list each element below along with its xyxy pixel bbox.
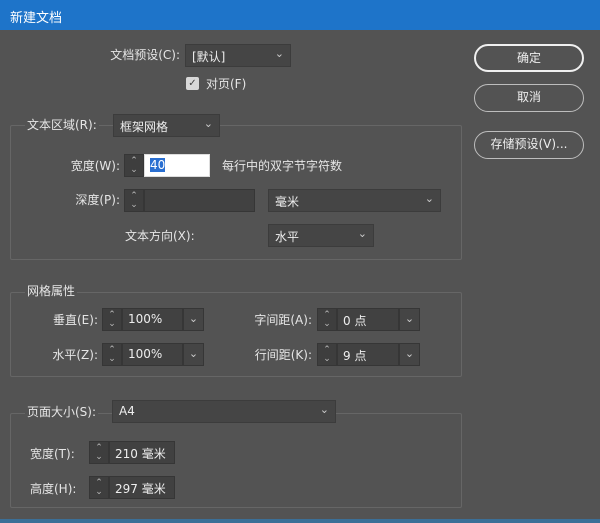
page-width-label: 宽度(T): xyxy=(30,447,75,461)
horizontal-dropdown-arrow[interactable]: ⌄ xyxy=(183,343,204,366)
facing-pages-label: 对页(F) xyxy=(206,77,247,91)
depth-unit-value: 毫米 xyxy=(275,195,300,209)
horizontal-label: 水平(Z): xyxy=(52,348,98,362)
text-area-dropdown[interactable]: 框架网格 ⌄ xyxy=(113,114,220,137)
facing-pages-checkbox[interactable]: ✓ xyxy=(186,77,199,90)
horizontal-stepper[interactable]: ⌃ ⌄ xyxy=(102,343,122,366)
width-suffix: 每行中的双字节字符数 xyxy=(222,159,343,173)
depth-stepper[interactable]: ⌃ ⌄ xyxy=(124,189,144,212)
preset-dropdown[interactable]: [默认] ⌄ xyxy=(185,44,291,67)
page-height-stepper[interactable]: ⌃ ⌄ xyxy=(89,476,109,499)
line-spacing-label: 行间距(K): xyxy=(254,348,312,362)
chevron-down-icon: ⌄ xyxy=(274,47,284,60)
vertical-label: 垂直(E): xyxy=(53,313,98,327)
depth-input[interactable] xyxy=(144,189,255,212)
preset-value: [默认] xyxy=(192,50,226,64)
page-width-input[interactable]: 210 毫米 xyxy=(109,441,175,464)
char-spacing-label: 字间距(A): xyxy=(254,313,312,327)
vertical-input[interactable]: 100% xyxy=(122,308,183,331)
depth-unit-dropdown[interactable]: 毫米 ⌄ xyxy=(268,189,441,212)
cancel-button[interactable]: 取消 xyxy=(474,84,584,112)
chevron-down-icon: ⌄ xyxy=(319,403,329,416)
text-area-label: 文本区域(R): xyxy=(25,117,99,133)
char-spacing-dropdown-arrow[interactable]: ⌄ xyxy=(399,308,420,331)
depth-label: 深度(P): xyxy=(75,193,120,207)
page-size-value: A4 xyxy=(119,404,135,418)
page-height-label: 高度(H): xyxy=(30,482,77,496)
width-input[interactable]: 40 xyxy=(144,154,210,177)
char-spacing-input[interactable]: 0 点 xyxy=(337,308,399,331)
vertical-stepper[interactable]: ⌃ ⌄ xyxy=(102,308,122,331)
line-spacing-input[interactable]: 9 点 xyxy=(337,343,399,366)
chevron-down-icon: ⌄ xyxy=(424,192,434,205)
line-spacing-dropdown-arrow[interactable]: ⌄ xyxy=(399,343,420,366)
bottom-edge xyxy=(0,519,600,523)
page-size-dropdown[interactable]: A4 ⌄ xyxy=(112,400,336,423)
width-stepper[interactable]: ⌃ ⌄ xyxy=(124,154,144,177)
line-spacing-stepper[interactable]: ⌃ ⌄ xyxy=(317,343,337,366)
chevron-down-icon: ⌄ xyxy=(357,227,367,240)
save-preset-button[interactable]: 存储预设(V)... xyxy=(474,131,584,159)
direction-value: 水平 xyxy=(275,230,300,244)
direction-label: 文本方向(X): xyxy=(125,229,195,243)
grid-properties-title: 网格属性 xyxy=(25,283,78,299)
chevron-down-icon: ⌄ xyxy=(203,117,213,130)
dialog-title: 新建文档 xyxy=(10,11,63,26)
page-size-label: 页面大小(S): xyxy=(25,404,99,420)
preset-label: 文档预设(C): xyxy=(110,48,180,62)
horizontal-input[interactable]: 100% xyxy=(122,343,183,366)
width-label: 宽度(W): xyxy=(70,159,120,173)
page-width-stepper[interactable]: ⌃ ⌄ xyxy=(89,441,109,464)
text-area-value: 框架网格 xyxy=(120,120,169,134)
page-height-input[interactable]: 297 毫米 xyxy=(109,476,175,499)
vertical-dropdown-arrow[interactable]: ⌄ xyxy=(183,308,204,331)
page-size-group xyxy=(10,413,462,508)
width-value: 40 xyxy=(150,158,166,172)
title-bar: 新建文档 xyxy=(0,0,600,30)
direction-dropdown[interactable]: 水平 ⌄ xyxy=(268,224,374,247)
char-spacing-stepper[interactable]: ⌃ ⌄ xyxy=(317,308,337,331)
ok-button[interactable]: 确定 xyxy=(474,44,584,72)
